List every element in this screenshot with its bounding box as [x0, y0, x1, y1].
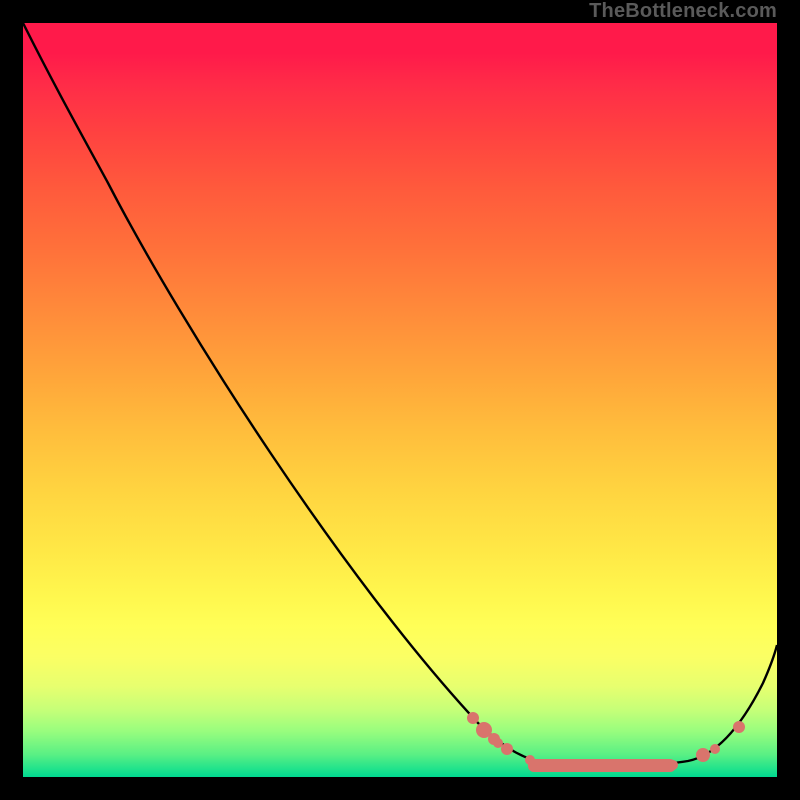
watermark-text: TheBottleneck.com [589, 0, 777, 23]
data-marker [696, 748, 710, 762]
data-marker [710, 744, 720, 754]
data-marker [525, 755, 535, 765]
chart-plot-area [23, 23, 777, 777]
chart-svg [23, 23, 777, 777]
data-marker [501, 743, 513, 755]
data-marker [733, 721, 745, 733]
data-marker-band [528, 759, 676, 772]
bottleneck-curve [23, 23, 777, 766]
data-marker [467, 712, 479, 724]
data-marker [668, 760, 678, 770]
data-marker [493, 738, 503, 748]
